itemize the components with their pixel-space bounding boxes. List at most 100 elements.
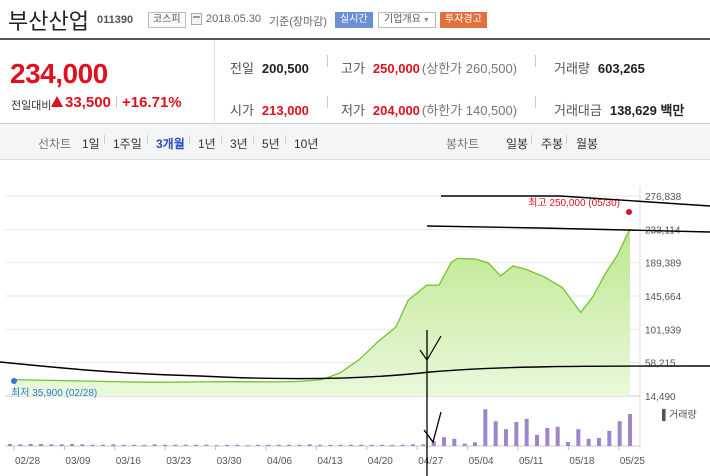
y-axis-labels: 276,838233,114189,389145,664101,93958,21…: [645, 192, 697, 422]
volume-bar: [163, 444, 167, 446]
volume-bar: [245, 445, 250, 446]
prev-close-label: 전일: [230, 61, 254, 76]
volume-bar: [256, 444, 260, 446]
volume-bar: [307, 444, 312, 446]
tab-5y[interactable]: 5년: [262, 135, 280, 152]
volume-bar: [235, 444, 240, 446]
market-badge: 코스피: [148, 12, 186, 28]
investment-warning-badge[interactable]: 투자경고: [440, 12, 487, 28]
volume-bar: [452, 438, 457, 446]
x-tick-label: 04/06: [267, 456, 292, 467]
y-tick-label: 58,215: [645, 359, 676, 370]
amount-unit: 백만: [660, 103, 685, 118]
realtime-button[interactable]: 실시간: [335, 12, 373, 28]
up-arrow-icon: [51, 96, 63, 107]
volume-bar: [152, 444, 157, 446]
prev-close: 전일 200,500: [230, 58, 309, 77]
amount-label: 거래대금: [554, 103, 602, 118]
volume-bar: [287, 444, 291, 446]
tab-monthly[interactable]: 월봉: [576, 135, 598, 152]
volume-axis-label: ▌거래량: [662, 408, 697, 422]
volume-bar: [173, 444, 178, 446]
low-value: 204,000: [372, 103, 420, 118]
volume-bar: [586, 438, 591, 446]
volume-bar: [194, 444, 198, 446]
volume-bar: [18, 444, 23, 446]
volume-bar: [70, 444, 74, 446]
divider: [147, 135, 148, 144]
volume-bar: [400, 444, 405, 446]
y-tick-label: 145,664: [645, 292, 682, 303]
x-tick-label: 04/20: [368, 456, 393, 467]
volume-bar: [473, 442, 477, 446]
high-value: 250,000: [372, 61, 420, 76]
volume-bar: [462, 443, 467, 446]
divider: [221, 135, 222, 144]
change-label: 전일대비: [11, 100, 52, 112]
calendar-icon: [191, 13, 202, 25]
price-chart[interactable]: 276,838233,114189,389145,664101,93958,21…: [0, 160, 710, 476]
x-tick-label: 03/16: [116, 456, 141, 467]
volume-bar: [442, 437, 446, 446]
volume-bar: [380, 444, 384, 446]
volume-bar: [80, 444, 85, 446]
tab-daily[interactable]: 일봉: [506, 135, 528, 152]
volume-bar: [59, 444, 64, 446]
volume-bar: [545, 428, 550, 446]
divider: [566, 135, 567, 144]
dropdown-arrow-icon: ▼: [422, 17, 430, 24]
x-tick-label: 04/13: [317, 456, 342, 467]
divider: [327, 55, 328, 67]
y-tick-label: 14,490: [645, 392, 676, 403]
prev-close-value: 200,500: [261, 61, 309, 76]
company-overview-label: 기업개요: [384, 14, 421, 25]
tab-3y[interactable]: 3년: [230, 135, 248, 152]
divider: [104, 135, 105, 144]
open-label: 시가: [230, 103, 254, 118]
volume-bar: [504, 429, 508, 446]
basis-text: 기준(장마감): [269, 16, 327, 28]
volume-bar: [390, 444, 395, 446]
tab-10y[interactable]: 10년: [294, 135, 318, 152]
volume-bar: [524, 418, 529, 446]
x-tick-label: 04/27: [418, 456, 443, 467]
volume-bar: [121, 444, 126, 446]
lower-limit: (하한가 140,500): [421, 103, 518, 118]
y-tick-label: 101,939: [645, 325, 682, 336]
tab-weekly[interactable]: 주봉: [541, 135, 563, 152]
divider: [253, 135, 254, 144]
volume-bar: [411, 444, 415, 446]
divider: [535, 96, 536, 108]
stock-header: 부산산업 011390 코스피 2018.05.30 기준(장마감) 실시간 기…: [0, 0, 710, 38]
volume-bar: [111, 444, 116, 446]
low-label: 저가: [341, 103, 365, 118]
x-tick-label: 05/18: [569, 456, 594, 467]
divider: [285, 135, 286, 144]
stock-code: 011390: [97, 14, 134, 26]
volume-bar: [225, 444, 229, 446]
company-overview-button[interactable]: 기업개요 ▼: [378, 12, 436, 28]
volume-bar: [555, 426, 560, 446]
volume-bar: [39, 444, 43, 446]
x-tick-label: 02/28: [15, 456, 40, 467]
volume-bar: [338, 444, 343, 446]
volume-bar: [276, 444, 281, 446]
volume-bar: [493, 421, 498, 446]
line-chart-label: 선차트: [38, 137, 72, 151]
volume-bar: [132, 444, 136, 446]
high-marker: [626, 209, 632, 215]
volume-bar: [421, 444, 426, 446]
divider: [189, 135, 190, 144]
tab-1y[interactable]: 1년: [198, 135, 216, 152]
volume-bar: [597, 438, 601, 446]
change-percent: +16.71%: [122, 94, 182, 111]
tab-3m[interactable]: 3개월: [156, 135, 185, 152]
open-price: 시가 213,000: [230, 100, 309, 119]
tab-1w[interactable]: 1주일: [113, 135, 142, 152]
volume-bar: [607, 430, 612, 446]
x-tick-label: 03/30: [217, 456, 242, 467]
volume-bar: [183, 444, 188, 446]
x-axis-labels: 02/28 03/09 03/16 03/23 03/30 04/06 04/13 04/20…: [13, 446, 645, 467]
current-price-box: 234,000 전일대비 33,500 +16.71%: [0, 40, 215, 124]
tab-1d[interactable]: 1일: [82, 135, 100, 152]
